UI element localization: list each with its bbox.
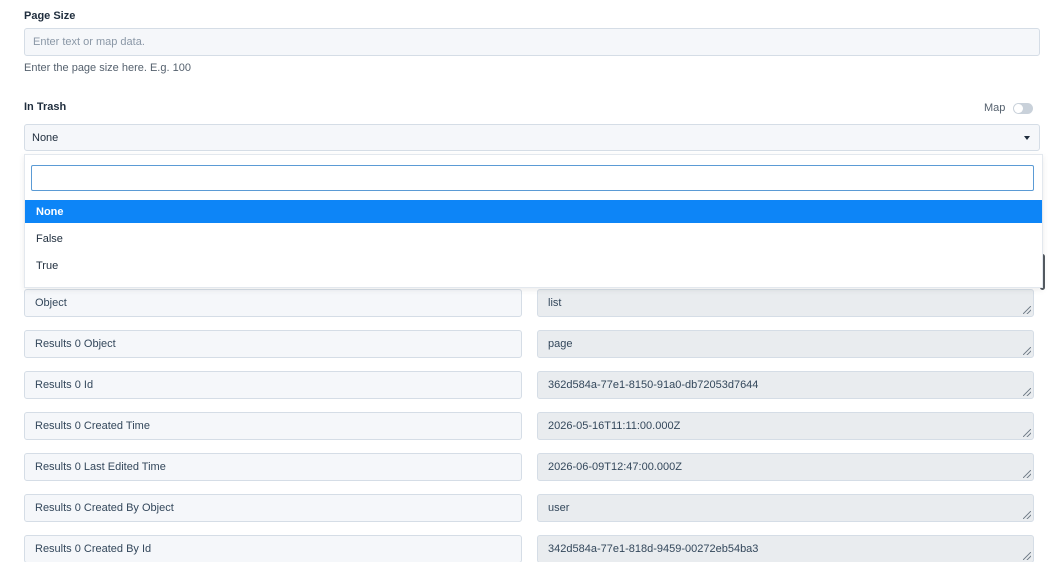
switch-knob [1014, 103, 1024, 113]
map-key-field[interactable]: Results 0 Created By Object [24, 494, 522, 522]
map-key-field[interactable]: Results 0 Object [24, 330, 522, 358]
map-value-text: 342d584a-77e1-818d-9459-00272eb54ba3 [548, 543, 759, 555]
map-key-field[interactable]: Object [24, 289, 522, 317]
dropdown-option-true[interactable]: True [25, 254, 1042, 277]
map-switch[interactable] [1013, 102, 1034, 114]
map-value-text: 2026-05-16T11:11:00.000Z [548, 420, 681, 432]
dropdown-search-input[interactable] [31, 165, 1034, 191]
dropdown-option-false[interactable]: False [25, 227, 1042, 250]
resize-grip-icon[interactable] [1023, 511, 1031, 519]
map-value-field[interactable]: 2026-05-16T11:11:00.000Z [537, 412, 1034, 440]
map-key-field[interactable]: Results 0 Created By Id [24, 535, 522, 562]
page-size-input[interactable] [24, 28, 1040, 56]
dropdown-option-none[interactable]: None [25, 200, 1042, 223]
map-value-field[interactable]: list [537, 289, 1034, 317]
resize-grip-icon[interactable] [1023, 552, 1031, 560]
map-key-field[interactable]: Results 0 Created Time [24, 412, 522, 440]
map-key-field[interactable]: Results 0 Last Edited Time [24, 453, 522, 481]
map-key-field[interactable]: Results 0 Id [24, 371, 522, 399]
map-value-text: user [548, 502, 570, 514]
map-value-field[interactable]: 362d584a-77e1-8150-91a0-db72053d7644 [537, 371, 1034, 399]
in-trash-select[interactable]: None [24, 124, 1040, 151]
page-size-label: Page Size [24, 10, 76, 22]
map-value-field[interactable]: user [537, 494, 1034, 522]
map-value-text: 2026-06-09T12:47:00.000Z [548, 461, 682, 473]
map-value-text: list [548, 297, 562, 309]
in-trash-dropdown: None False True [24, 154, 1043, 288]
resize-grip-icon[interactable] [1023, 306, 1031, 314]
resize-grip-icon[interactable] [1023, 388, 1031, 396]
page-size-hint: Enter the page size here. E.g. 100 [24, 62, 191, 74]
resize-grip-icon[interactable] [1023, 429, 1031, 437]
map-value-field[interactable]: 342d584a-77e1-818d-9459-00272eb54ba3 [537, 535, 1034, 562]
map-value-field[interactable]: 2026-06-09T12:47:00.000Z [537, 453, 1034, 481]
map-value-field[interactable]: page [537, 330, 1034, 358]
resize-grip-icon[interactable] [1023, 470, 1031, 478]
in-trash-label: In Trash [24, 101, 67, 113]
in-trash-selected-value: None [32, 131, 59, 144]
caret-down-icon [1024, 135, 1030, 140]
map-toggle-label: Map [984, 102, 1006, 114]
form-page: Page Size Enter the page size here. E.g.… [0, 0, 1064, 562]
map-value-text: 362d584a-77e1-8150-91a0-db72053d7644 [548, 379, 759, 391]
map-toggle[interactable]: Map [984, 102, 1034, 114]
resize-grip-icon[interactable] [1023, 347, 1031, 355]
map-value-text: page [548, 338, 573, 350]
